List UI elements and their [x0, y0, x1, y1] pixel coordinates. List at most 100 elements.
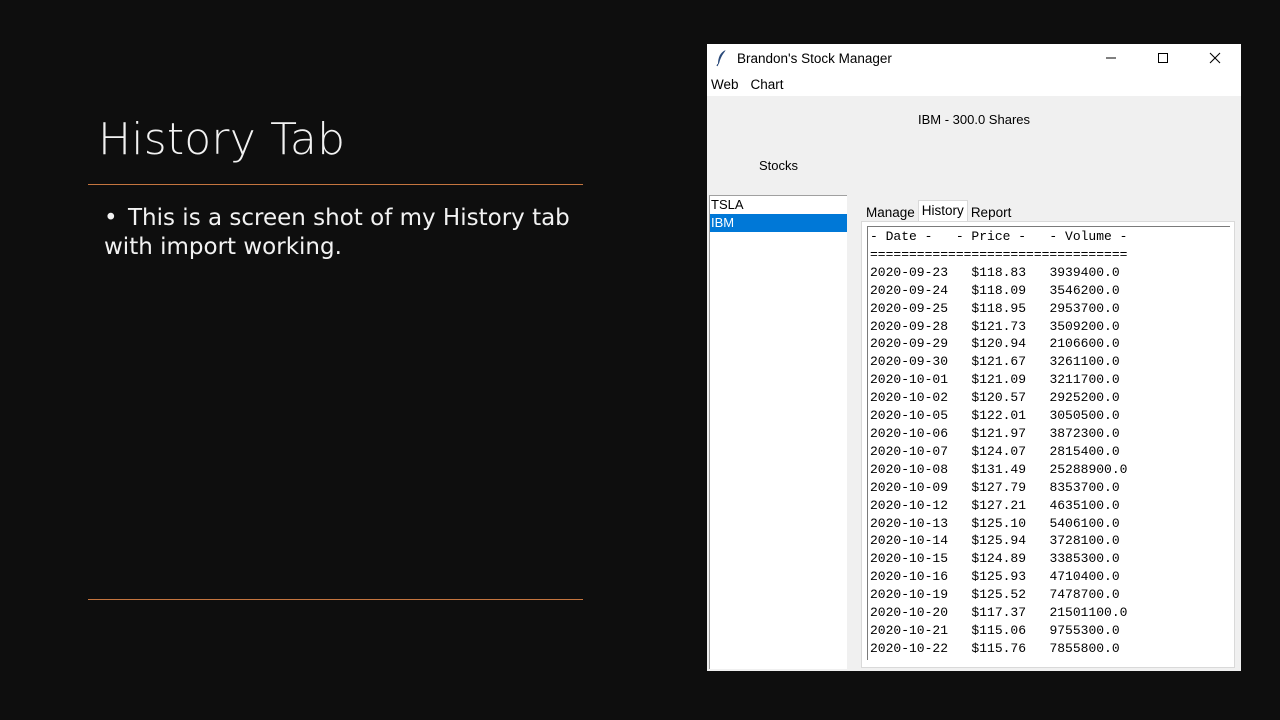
- minimize-button[interactable]: [1085, 44, 1137, 72]
- history-row: 2020-10-14 $125.94 3728100.0: [870, 533, 1120, 548]
- history-price: $125.93: [971, 569, 1027, 585]
- bullet-text: This is a screen shot of my History tab …: [104, 205, 570, 260]
- history-date: 2020-10-01: [870, 372, 949, 388]
- close-icon: [1209, 52, 1221, 64]
- slide-title: History Tab: [98, 114, 346, 165]
- history-price: $121.73: [971, 318, 1027, 334]
- history-volume: 2953700.0: [1049, 300, 1120, 316]
- history-date: 2020-10-21: [870, 622, 949, 638]
- history-row: 2020-10-20 $117.37 21501100.0: [870, 605, 1127, 620]
- list-item[interactable]: IBM: [710, 214, 847, 232]
- stock-listbox[interactable]: TSLA IBM: [709, 195, 847, 669]
- history-price: $115.06: [971, 622, 1027, 638]
- history-row: 2020-10-19 $125.52 7478700.0: [870, 587, 1120, 602]
- window-title: Brandon's Stock Manager: [737, 50, 892, 66]
- close-button[interactable]: [1189, 44, 1241, 72]
- history-price: $122.01: [971, 408, 1027, 424]
- history-price: $124.89: [971, 551, 1027, 567]
- tab-history[interactable]: History: [917, 200, 968, 222]
- history-price: $115.76: [971, 640, 1027, 656]
- history-row: 2020-10-22 $115.76 7855800.0: [870, 641, 1120, 656]
- history-date: 2020-10-02: [870, 390, 949, 406]
- history-volume: 2925200.0: [1049, 390, 1120, 406]
- history-date: 2020-10-12: [870, 497, 949, 513]
- history-volume: 21501100.0: [1049, 605, 1128, 621]
- history-date: 2020-10-15: [870, 551, 949, 567]
- bullet-mark: •: [104, 205, 118, 231]
- history-date: 2020-09-30: [870, 354, 949, 370]
- history-price: $125.94: [971, 533, 1027, 549]
- history-row: 2020-10-13 $125.10 5406100.0: [870, 516, 1120, 531]
- history-row: 2020-10-15 $124.89 3385300.0: [870, 551, 1120, 566]
- history-row: 2020-10-02 $120.57 2925200.0: [870, 390, 1120, 405]
- history-row: 2020-09-29 $120.94 2106600.0: [870, 336, 1120, 351]
- history-row: 2020-10-07 $124.07 2815400.0: [870, 444, 1120, 459]
- history-price: $127.79: [971, 479, 1027, 495]
- history-separator: =================================: [870, 246, 1128, 262]
- history-row: 2020-09-30 $121.67 3261100.0: [870, 354, 1120, 369]
- tab-manage[interactable]: Manage: [863, 202, 918, 222]
- history-price: $131.49: [971, 461, 1027, 477]
- history-volume: 7855800.0: [1049, 640, 1120, 656]
- history-row: 2020-10-01 $121.09 3211700.0: [870, 372, 1120, 387]
- history-date: 2020-10-22: [870, 640, 949, 656]
- footer-divider: [88, 599, 583, 600]
- history-volume: 25288900.0: [1049, 461, 1128, 477]
- history-row: 2020-10-16 $125.93 4710400.0: [870, 569, 1120, 584]
- history-price: $118.83: [971, 264, 1027, 280]
- history-date: 2020-09-24: [870, 282, 949, 298]
- history-row: 2020-09-24 $118.09 3546200.0: [870, 283, 1120, 298]
- history-volume: 5406100.0: [1049, 515, 1120, 531]
- history-row: 2020-10-12 $127.21 4635100.0: [870, 498, 1120, 513]
- history-row: 2020-10-21 $115.06 9755300.0: [870, 623, 1120, 638]
- history-volume: 3728100.0: [1049, 533, 1120, 549]
- history-volume: 3211700.0: [1049, 372, 1120, 388]
- history-date: 2020-09-29: [870, 336, 949, 352]
- history-date: 2020-10-05: [870, 408, 949, 424]
- history-volume: 3509200.0: [1049, 318, 1120, 334]
- slide-bullet: • This is a screen shot of my History tab…: [104, 204, 574, 262]
- history-price: $127.21: [971, 497, 1027, 513]
- history-row: 2020-09-25 $118.95 2953700.0: [870, 301, 1120, 316]
- list-item[interactable]: TSLA: [710, 196, 847, 214]
- history-textbox[interactable]: - Date - - Price - - Volume - ==========…: [867, 226, 1230, 660]
- stock-manager-window: Brandon's Stock Manager Web Chart IBM - …: [707, 44, 1241, 671]
- history-volume: 4710400.0: [1049, 569, 1120, 585]
- menu-chart[interactable]: Chart: [747, 77, 788, 92]
- history-panel: - Date - - Price - - Volume - ==========…: [861, 221, 1235, 668]
- history-date: 2020-10-13: [870, 515, 949, 531]
- history-date: 2020-10-06: [870, 425, 949, 441]
- history-price: $124.07: [971, 443, 1027, 459]
- history-price: $120.94: [971, 336, 1027, 352]
- history-price: $120.57: [971, 390, 1027, 406]
- history-row: 2020-10-09 $127.79 8353700.0: [870, 480, 1120, 495]
- history-volume: 3261100.0: [1049, 354, 1120, 370]
- history-price: $121.97: [971, 425, 1027, 441]
- history-price: $118.09: [971, 282, 1027, 298]
- maximize-icon: [1158, 53, 1168, 63]
- history-date: 2020-09-28: [870, 318, 949, 334]
- history-date: 2020-10-19: [870, 587, 949, 603]
- history-date: 2020-09-23: [870, 264, 949, 280]
- tab-bar: Manage History Report: [863, 196, 1014, 222]
- history-volume: 3385300.0: [1049, 551, 1120, 567]
- history-lines: - Date - - Price - - Volume - ==========…: [868, 227, 1230, 658]
- history-date: 2020-10-20: [870, 605, 949, 621]
- history-row: 2020-09-23 $118.83 3939400.0: [870, 265, 1120, 280]
- history-volume: 8353700.0: [1049, 479, 1120, 495]
- history-price: $117.37: [971, 605, 1027, 621]
- history-row: 2020-10-05 $122.01 3050500.0: [870, 408, 1120, 423]
- menu-web[interactable]: Web: [707, 77, 743, 92]
- history-row: 2020-10-08 $131.49 25288900.0: [870, 462, 1127, 477]
- history-date: 2020-10-07: [870, 443, 949, 459]
- history-date: 2020-10-16: [870, 569, 949, 585]
- history-volume: 9755300.0: [1049, 622, 1120, 638]
- maximize-button[interactable]: [1137, 44, 1189, 72]
- history-row: 2020-10-06 $121.97 3872300.0: [870, 426, 1120, 441]
- window-titlebar[interactable]: Brandon's Stock Manager: [707, 44, 1241, 72]
- history-date: 2020-10-09: [870, 479, 949, 495]
- history-volume: 3050500.0: [1049, 408, 1120, 424]
- history-price: $121.09: [971, 372, 1027, 388]
- title-divider: [88, 184, 583, 185]
- tab-report[interactable]: Report: [968, 202, 1015, 222]
